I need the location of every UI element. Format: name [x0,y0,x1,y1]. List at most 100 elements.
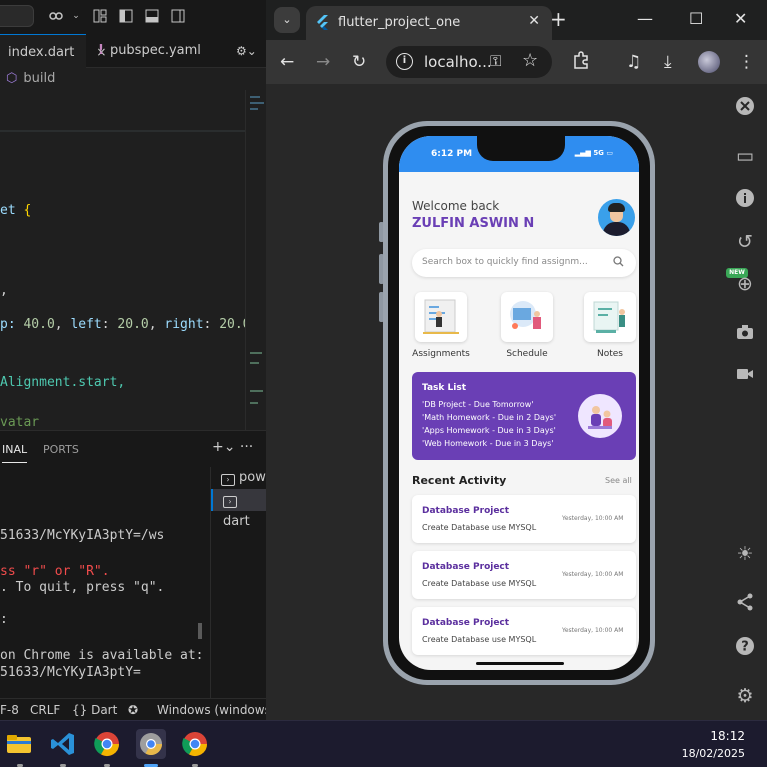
toggle-panel-icon[interactable] [144,8,160,24]
terminal-icon: › [223,496,237,508]
tab-index-dart[interactable]: index.dart × [0,34,106,68]
settings-gear-icon[interactable]: ⚙ [733,684,757,708]
run-debug-icon[interactable]: ⚙⌄ [228,34,265,68]
task-item: 'Apps Homework - Due in 3 Days' [422,426,556,435]
password-key-icon[interactable]: ⚿ [490,52,501,70]
status-platform[interactable]: Windows (windows- [157,703,266,717]
windows-taskbar: 18:12 18/02/2025 [0,720,767,767]
see-all-link[interactable]: See all [605,476,632,485]
minimap[interactable] [245,90,266,430]
menu-label-notes: Notes [597,349,623,359]
status-language[interactable]: {} Dart [72,703,117,717]
activity-time: Yesterday, 10:00 AM [562,627,624,634]
command-center-search[interactable] [0,5,34,27]
extensions-icon[interactable] [572,51,590,75]
task-list-card[interactable]: Task List 'DB Project - Due Tomorrow' 'M… [412,372,636,460]
task-list-title: Task List [422,383,467,393]
toggle-secondary-sidebar-icon[interactable] [170,8,186,24]
video-icon[interactable] [733,364,757,388]
close-circle-icon[interactable] [733,96,757,120]
chrome-icon[interactable] [180,729,210,759]
tab-pubspec-yaml[interactable]: ! pubspec.yaml [90,34,216,68]
breadcrumb-item[interactable]: build [23,71,55,86]
profile-avatar[interactable] [698,51,720,73]
activity-title: Database Project [422,562,510,572]
reload-icon[interactable]: ↻ [352,51,366,73]
site-info-icon[interactable]: i [396,53,413,70]
assignments-card[interactable] [415,292,467,342]
tab-terminal[interactable]: INAL [2,443,28,463]
code-line: et { [0,203,32,218]
desktop: ⌄ index.dart × ! pubspec.yaml ⚙⌄ ⬡ build… [0,0,767,767]
brightness-icon[interactable]: ☀ [733,542,757,566]
address-bar[interactable]: i localho... ⚿ ☆ [386,46,552,78]
code-line: , [0,283,8,298]
toggle-sidebar-icon[interactable] [118,8,134,24]
chrome-dev-icon[interactable] [136,729,166,759]
taskbar-time[interactable]: 18:12 [710,729,745,743]
devices-icon[interactable]: ▭ [733,144,757,168]
phone-frame: 6:12 PM ▂▄▆ 5G ▭ Welcome back ZULFIN ASW… [383,121,655,685]
copilot-status-icon[interactable]: ✪ [128,703,138,717]
new-terminal-button[interactable]: +⌄ ··· [212,439,253,455]
search-icon[interactable] [613,256,624,270]
task-item: 'Math Homework - Due in 2 Days' [422,413,557,422]
symbol-method-icon: ⬡ [6,71,18,86]
activity-title: Database Project [422,506,510,516]
downloads-icon[interactable]: ⤓ [664,51,672,73]
activity-card[interactable]: Database Project Create Database use MYS… [412,495,636,543]
forward-icon[interactable]: → [316,51,330,73]
share-icon[interactable] [733,592,757,616]
chevron-down-icon[interactable]: ⌄ [68,8,84,24]
terminal-item-dart[interactable]: ›dart [211,489,266,529]
terminal-line: 51633/McYKyIA3ptY=/ws [0,528,165,543]
code-line: vatar [0,415,40,430]
avatar[interactable] [598,199,635,236]
search-input[interactable]: Search box to quickly find assignm... [412,249,636,277]
rotate-icon[interactable]: ↺ [733,230,757,254]
vscode-icon[interactable] [48,729,78,759]
close-icon[interactable]: ✕ [528,13,540,29]
info-icon[interactable] [733,188,757,212]
code-editor[interactable]: et { , p: 40.0, left: 20.0, right: 20.0 … [0,90,266,430]
device-toolbar-rail: ▭ ↺ NEW ⊕ ☀ ? ⚙ [724,84,767,720]
camera-icon[interactable] [733,322,757,346]
chrome-menu-icon[interactable]: ⋮ [738,51,755,73]
taskbar-date[interactable]: 18/02/2025 [682,747,745,760]
welcome-text: Welcome back [412,199,500,213]
new-tab-button[interactable]: + [550,8,567,30]
activity-card[interactable]: Database Project Create Database use MYS… [412,551,636,599]
chrome-icon[interactable] [92,729,122,759]
status-eol[interactable]: CRLF [30,703,60,717]
search-placeholder: Search box to quickly find assignm... [422,257,588,267]
minimize-button[interactable]: — [637,8,653,30]
tab-search-button[interactable]: ⌄ [274,7,300,33]
activity-time: Yesterday, 10:00 AM [562,571,624,578]
close-window-button[interactable]: ✕ [734,8,747,30]
file-explorer-icon[interactable] [4,729,34,759]
tab-ports[interactable]: PORTS [43,443,79,456]
terminal-line: ss "r" or "R". [0,564,110,579]
task-item: 'Web Homework - Due in 3 Days' [422,439,554,448]
current-line-highlight [0,130,245,132]
bookmark-star-icon[interactable]: ☆ [522,50,538,71]
copilot-icon[interactable] [48,8,64,24]
back-icon[interactable]: ← [280,51,294,73]
tab-strip: ⌄ flutter_project_one ✕ + — ☐ ✕ [266,0,767,40]
browser-tab[interactable]: flutter_project_one ✕ [306,6,552,40]
terminal-item-powershell[interactable]: › pow [211,467,266,489]
help-icon[interactable]: ? [733,636,757,660]
layout-customize-icon[interactable] [92,8,108,24]
terminal-panel: INAL PORTS +⌄ ··· 51633/McYKyIA3ptY=/ws … [0,430,266,699]
status-encoding[interactable]: F-8 [0,703,19,717]
maximize-button[interactable]: ☐ [689,8,703,30]
vscode-titlebar: ⌄ [0,0,266,34]
terminal-line: . To quit, press "q". [0,580,165,595]
media-controls-icon[interactable]: ♫ [626,51,641,73]
terminal-scrollbar[interactable] [198,623,202,639]
activity-card[interactable]: Database Project Create Database use MYS… [412,607,636,655]
schedule-card[interactable] [501,292,553,342]
phone-notch [477,136,565,161]
notes-card[interactable] [584,292,636,342]
zoom-icon[interactable]: ⊕ [733,272,757,296]
